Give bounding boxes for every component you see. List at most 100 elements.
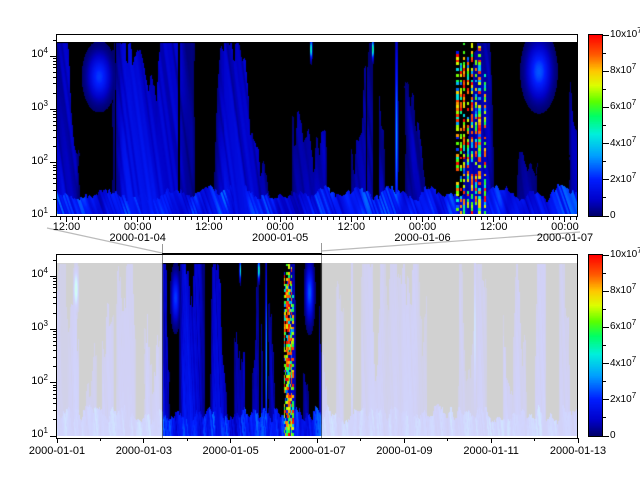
x-minor-tick <box>398 217 399 220</box>
colorbar-tick-label: 2x107 <box>610 394 636 405</box>
y-minor-tick <box>53 190 57 191</box>
x-minor-tick <box>360 438 361 441</box>
y-tick-exponent: 4 <box>44 46 48 55</box>
x-minor-tick <box>404 217 405 220</box>
y-tick-exponent: 3 <box>44 319 48 328</box>
colorbar-tick-mantissa: 8x10 <box>610 65 632 76</box>
colorbar-minor-tick <box>603 309 606 310</box>
x-minor-tick <box>274 217 275 220</box>
x-minor-tick <box>286 217 287 220</box>
colorbar-minor-tick <box>603 417 606 418</box>
y-minor-tick <box>53 385 57 386</box>
x-minor-tick <box>345 217 346 220</box>
y-minor-tick <box>53 357 57 358</box>
colorbar-tick-label: 0 <box>610 430 616 441</box>
x-tick-label: 2000-01-07 <box>273 446 363 457</box>
x-minor-tick <box>167 217 168 220</box>
x-minor-tick <box>440 217 441 220</box>
x-minor-tick <box>458 217 459 220</box>
y-tick-label: 102 <box>18 376 48 387</box>
colorbar-tick-mantissa: 0 <box>610 430 616 441</box>
y-minor-tick <box>53 334 57 335</box>
colorbar-minor-tick <box>603 53 606 54</box>
x-minor-tick <box>559 217 560 220</box>
x-minor-tick <box>161 217 162 220</box>
y-tick-base: 10 <box>31 321 43 333</box>
y-tick-base: 10 <box>31 48 43 60</box>
x-minor-tick <box>446 217 447 220</box>
colorbar-tick-label: 0 <box>610 210 616 221</box>
y-tick-label: 101 <box>18 429 48 440</box>
x-minor-tick <box>143 217 144 220</box>
x-minor-tick <box>185 217 186 220</box>
y-tick-base: 10 <box>31 428 43 440</box>
colorbar-tick-mantissa: 2x10 <box>610 174 632 185</box>
x-minor-tick <box>505 217 506 220</box>
y-minor-tick <box>53 278 57 279</box>
y-major-tick <box>50 109 57 110</box>
x-minor-tick <box>60 217 61 220</box>
x-minor-tick <box>541 217 542 220</box>
x-minor-tick <box>511 217 512 220</box>
colorbar-minor-tick <box>603 197 606 198</box>
y-major-tick <box>50 276 57 277</box>
y-minor-tick <box>53 114 57 115</box>
time-range-selection-box[interactable] <box>162 253 322 438</box>
x-minor-tick <box>119 217 120 220</box>
y-major-tick <box>50 329 57 330</box>
y-minor-tick <box>53 137 57 138</box>
y-minor-tick <box>53 174 57 175</box>
x-major-tick <box>230 438 231 443</box>
y-tick-exponent: 4 <box>44 266 48 275</box>
y-minor-tick <box>53 303 57 304</box>
colorbar-tick-mantissa: 2x10 <box>610 394 632 405</box>
colorbar-minor-tick <box>603 273 606 274</box>
y-tick-label: 104 <box>18 49 48 60</box>
x-tick-label: 2000-01-05 <box>186 446 276 457</box>
x-minor-tick <box>321 217 322 220</box>
colorbar-major-tick <box>603 255 609 256</box>
colorbar-tick-label: 6x107 <box>610 101 636 112</box>
x-minor-tick <box>309 217 310 220</box>
y-minor-tick <box>53 83 57 84</box>
x-minor-tick <box>125 217 126 220</box>
x-minor-tick <box>416 217 417 220</box>
y-minor-tick <box>53 410 57 411</box>
colorbar-tick-exponent: 7 <box>632 282 636 291</box>
colorbar-tick-exponent: 7 <box>632 62 636 71</box>
x-tick-date-label: 2000-01-06 <box>378 233 468 244</box>
y-minor-tick <box>53 58 57 59</box>
x-minor-tick <box>197 217 198 220</box>
colorbar-major-tick <box>603 35 609 36</box>
x-minor-tick <box>410 217 411 220</box>
y-minor-tick <box>53 117 57 118</box>
y-minor-tick <box>53 313 57 314</box>
y-tick-base: 10 <box>31 155 43 167</box>
x-minor-tick <box>187 438 188 441</box>
y-minor-tick <box>53 146 57 147</box>
colorbar-minor-tick <box>603 345 606 346</box>
overview-colorbar-frame <box>588 254 603 437</box>
y-tick-label: 103 <box>18 102 48 113</box>
colorbar-tick-label: 8x107 <box>610 285 636 296</box>
x-minor-tick <box>100 438 101 441</box>
y-minor-tick <box>53 165 57 166</box>
y-minor-tick <box>53 199 57 200</box>
x-minor-tick <box>428 217 429 220</box>
colorbar-major-tick <box>603 363 609 364</box>
x-minor-tick <box>238 217 239 220</box>
y-tick-label: 103 <box>18 322 48 333</box>
y-tick-label: 101 <box>18 209 48 220</box>
x-minor-tick <box>268 217 269 220</box>
x-minor-tick <box>553 217 554 220</box>
y-minor-tick <box>53 390 57 391</box>
y-minor-tick <box>53 167 57 168</box>
y-minor-tick <box>53 111 57 112</box>
x-tick-label: 2000-01-13 <box>533 446 623 457</box>
x-minor-tick <box>232 217 233 220</box>
y-major-tick <box>50 56 57 57</box>
x-minor-tick <box>386 217 387 220</box>
y-minor-tick <box>53 387 57 388</box>
x-minor-tick <box>570 217 571 220</box>
y-major-tick <box>50 436 57 437</box>
